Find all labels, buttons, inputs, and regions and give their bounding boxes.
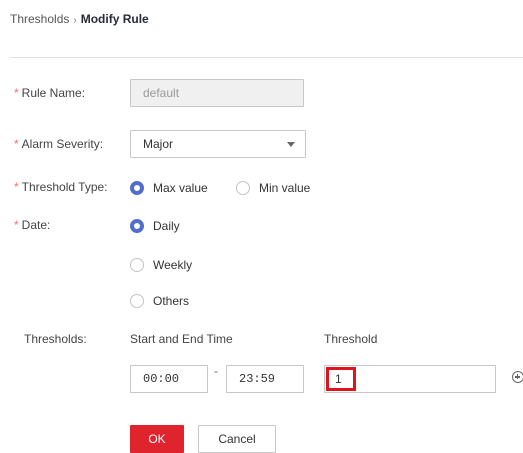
radio-checked-icon: [130, 181, 144, 195]
breadcrumb-separator-icon: ›: [73, 15, 77, 26]
end-time-input[interactable]: 23:59: [226, 365, 304, 393]
breadcrumb-parent-link[interactable]: Thresholds: [10, 12, 69, 26]
thresholds-label: Thresholds:: [24, 332, 87, 346]
page-title: Modify Rule: [80, 12, 149, 26]
radio-unchecked-icon: [236, 181, 250, 195]
rule-name-label: * Rule Name:: [14, 86, 86, 100]
required-marker: *: [14, 180, 19, 194]
required-marker: *: [14, 218, 19, 232]
start-end-time-header: Start and End Time: [130, 332, 233, 346]
radio-unchecked-icon: [130, 294, 144, 308]
radio-daily[interactable]: Daily: [130, 219, 180, 233]
date-label: * Date:: [14, 218, 51, 232]
breadcrumb: Thresholds › Modify Rule: [10, 12, 149, 26]
threshold-input[interactable]: 1: [324, 365, 496, 393]
alarm-severity-value: Major: [143, 137, 174, 151]
cancel-button[interactable]: Cancel: [198, 425, 276, 453]
add-icon[interactable]: [512, 371, 523, 383]
radio-unchecked-icon: [130, 258, 144, 272]
required-marker: *: [14, 137, 19, 151]
ok-button[interactable]: OK: [130, 425, 184, 453]
threshold-header: Threshold: [324, 332, 378, 346]
start-time-input[interactable]: 00:00: [130, 365, 208, 393]
radio-checked-icon: [130, 219, 144, 233]
radio-others[interactable]: Others: [130, 294, 189, 308]
radio-min-value[interactable]: Min value: [236, 181, 310, 195]
radio-max-value[interactable]: Max value: [130, 181, 208, 195]
radio-weekly[interactable]: Weekly: [130, 258, 192, 272]
alarm-severity-label: * Alarm Severity:: [14, 137, 104, 151]
threshold-type-label: * Threshold Type:: [14, 180, 108, 194]
rule-name-input: default: [130, 79, 304, 107]
alarm-severity-select[interactable]: Major: [130, 130, 306, 158]
header-divider: [10, 57, 523, 58]
time-range-dash: -: [214, 364, 218, 378]
threshold-value-highlight: 1: [326, 367, 356, 391]
chevron-down-icon: [287, 142, 295, 147]
required-marker: *: [14, 86, 19, 100]
